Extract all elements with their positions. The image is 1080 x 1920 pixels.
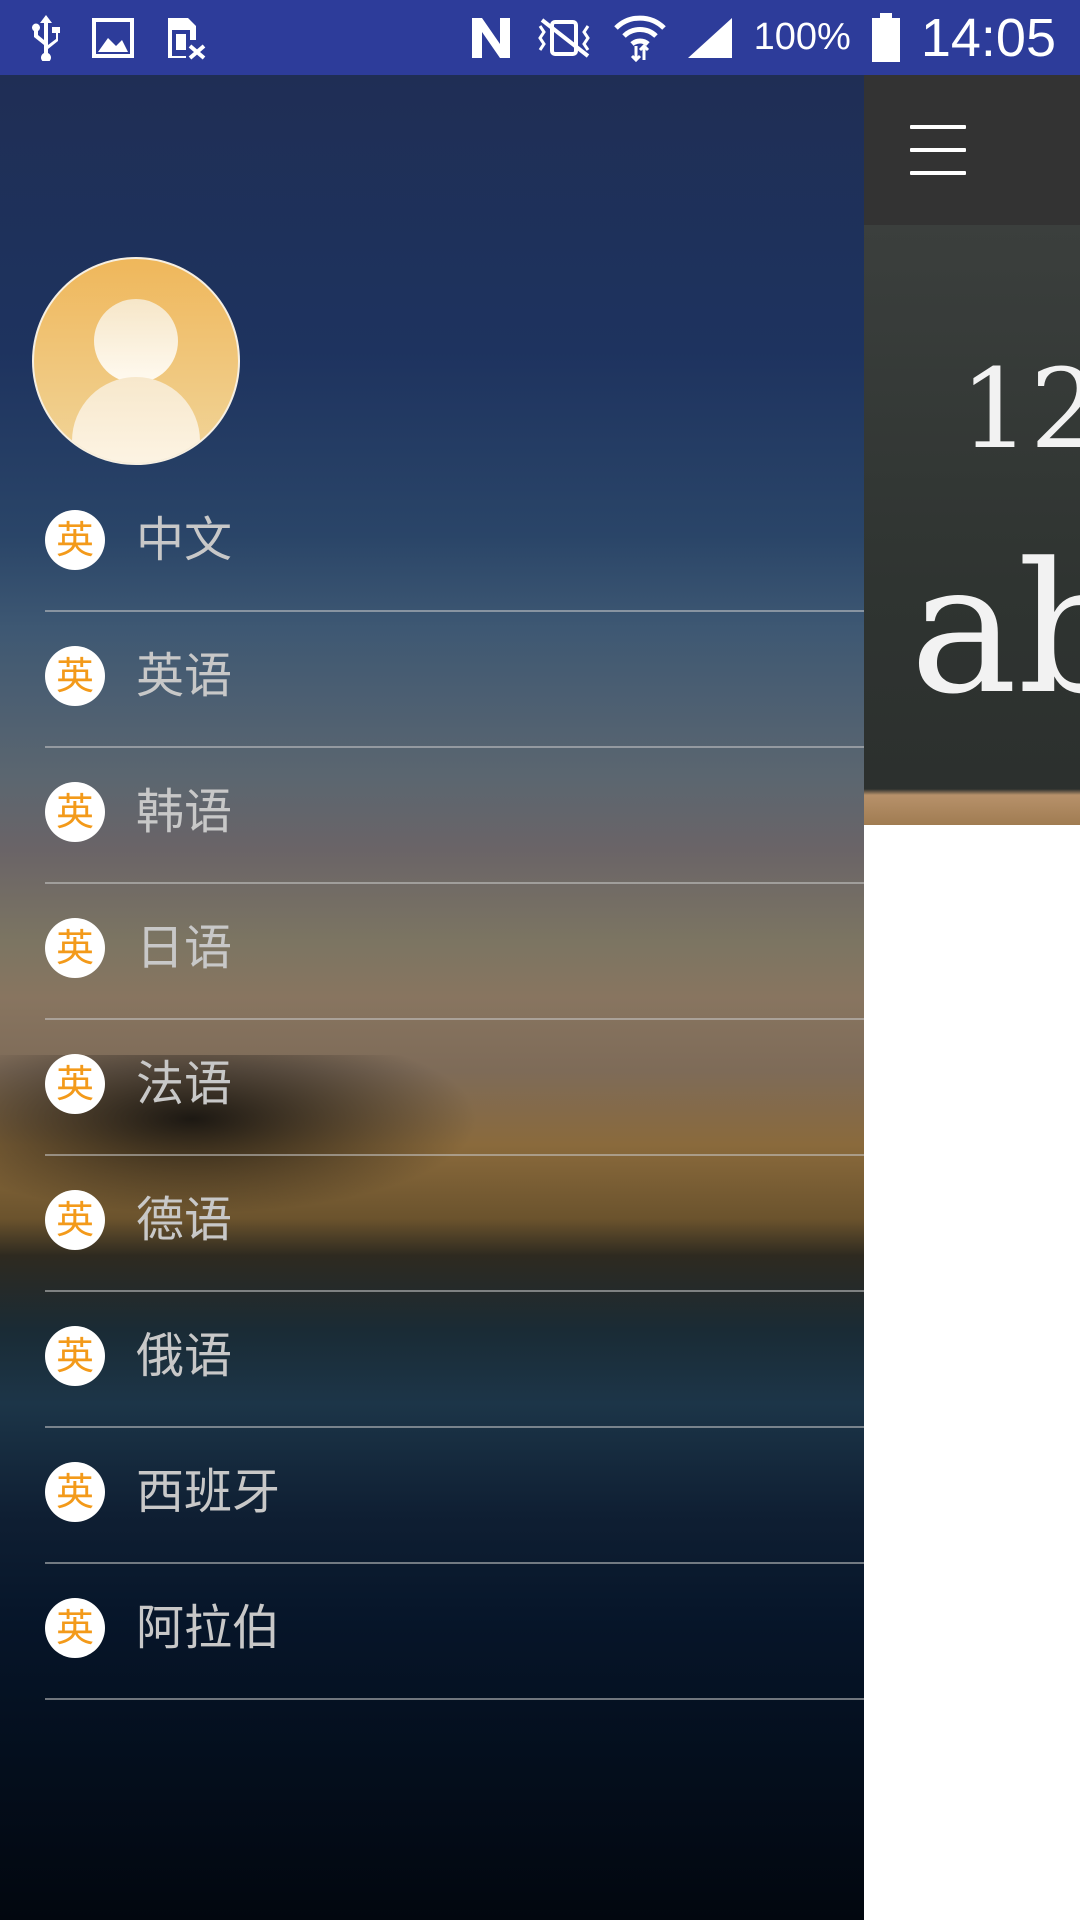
language-item-spanish[interactable]: 英 西班牙: [0, 1428, 864, 1564]
language-label: 德语: [136, 1192, 233, 1248]
wifi-icon: [613, 13, 666, 63]
clock: 14:05: [920, 7, 1056, 68]
language-label: 法语: [136, 1056, 233, 1112]
nfc-icon: [468, 13, 514, 63]
language-label: 俄语: [136, 1328, 233, 1384]
language-label: 西班牙: [136, 1464, 281, 1520]
battery-icon: [871, 12, 901, 63]
language-item-chinese[interactable]: 英 中文: [0, 476, 864, 612]
language-item-japanese[interactable]: 英 日语: [0, 884, 864, 1020]
language-item-french[interactable]: 英 法语: [0, 1020, 864, 1156]
language-label: 日语: [136, 920, 233, 976]
battery-percent: 100%: [753, 16, 851, 58]
language-badge-icon: 英: [45, 1054, 105, 1114]
image-icon: [92, 13, 134, 63]
banner-text-bottom: ab: [910, 525, 1080, 734]
language-badge-icon: 英: [45, 1190, 105, 1250]
language-list: 英 中文 英 英语 英 韩语 英 日语 英 法语 英 德语 英 俄语 英 西班牙: [0, 476, 864, 1700]
language-item-korean[interactable]: 英 韩语: [0, 748, 864, 884]
language-badge-icon: 英: [45, 918, 105, 978]
navigation-drawer: 英 中文 英 英语 英 韩语 英 日语 英 法语 英 德语 英 俄语 英 西班牙: [0, 75, 864, 1920]
status-bar: 100% 14:05: [0, 0, 1080, 75]
hamburger-menu-icon[interactable]: [910, 125, 966, 175]
language-item-german[interactable]: 英 德语: [0, 1156, 864, 1292]
language-label: 阿拉伯: [136, 1600, 281, 1656]
language-label: 中文: [136, 512, 233, 568]
language-badge-icon: 英: [45, 1326, 105, 1386]
language-label: 韩语: [136, 784, 233, 840]
language-badge-icon: 英: [45, 782, 105, 842]
language-label: 英语: [136, 648, 233, 704]
language-item-russian[interactable]: 英 俄语: [0, 1292, 864, 1428]
vibrate-icon: [534, 13, 594, 63]
signal-icon: [686, 13, 734, 63]
language-item-english[interactable]: 英 英语: [0, 612, 864, 748]
banner-text-top: 12: [960, 345, 1080, 473]
user-avatar-icon[interactable]: [32, 257, 240, 465]
sim-off-icon: [164, 13, 208, 63]
language-badge-icon: 英: [45, 1598, 105, 1658]
language-item-arabic[interactable]: 英 阿拉伯: [0, 1564, 864, 1700]
language-badge-icon: 英: [45, 510, 105, 570]
usb-icon: [30, 13, 62, 63]
language-badge-icon: 英: [45, 1462, 105, 1522]
language-badge-icon: 英: [45, 646, 105, 706]
